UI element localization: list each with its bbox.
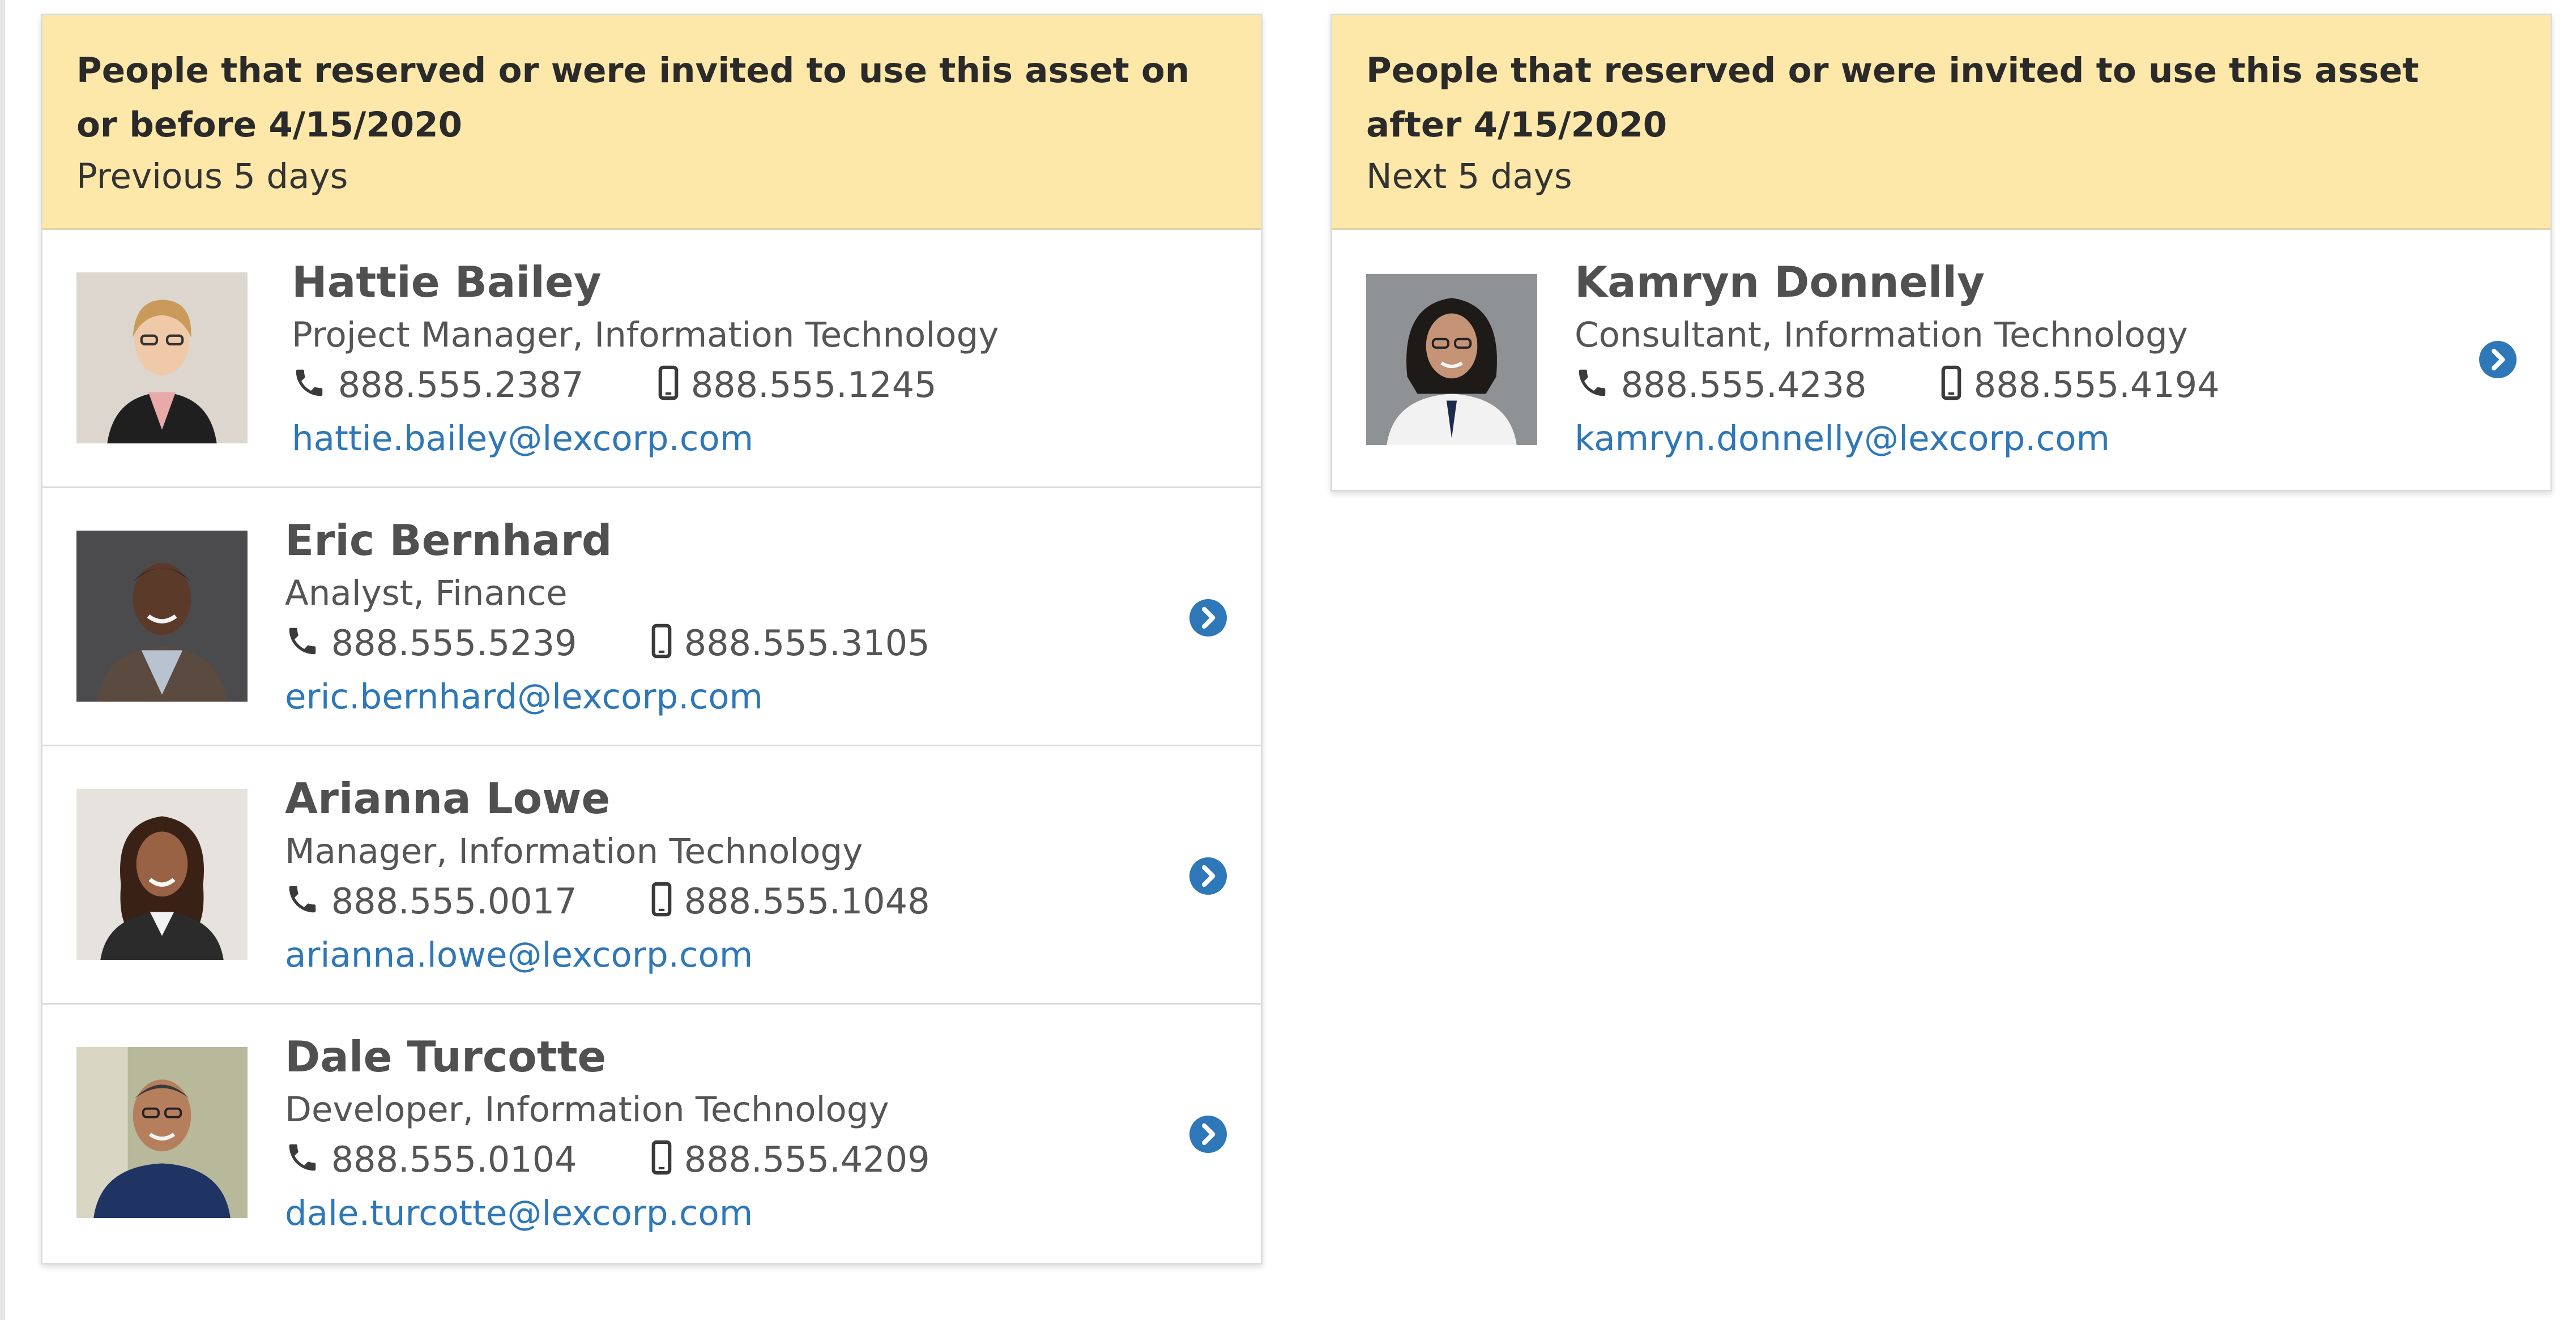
phone-line: 888.555.5239 888.555.3105	[285, 618, 1136, 672]
mobile-number[interactable]: 888.555.3105	[684, 622, 930, 664]
person-info: Eric Bernhard Analyst, Finance 888.555.5…	[285, 512, 1136, 723]
person-role: Consultant, Information Technology	[1575, 315, 2188, 355]
person-row-kamryn-donnelly[interactable]: Kamryn Donnelly Consultant, Information …	[1332, 230, 2551, 490]
phone-number[interactable]: 888.555.0017	[331, 881, 577, 922]
avatar	[76, 789, 248, 960]
mobile-phone-icon	[650, 880, 673, 930]
phone-line: 888.555.0104 888.555.4209	[285, 1135, 1136, 1188]
mobile-number[interactable]: 888.555.1048	[684, 881, 930, 922]
person-info: Arianna Lowe Manager, Information Techno…	[285, 770, 1136, 981]
person-info: Dale Turcotte Developer, Information Tec…	[285, 1028, 1136, 1239]
chevron-right-circle-icon[interactable]	[1189, 599, 1227, 636]
mobile-phone-icon	[650, 1138, 673, 1188]
person-name: Arianna Lowe	[285, 774, 611, 823]
email-link[interactable]: kamryn.donnelly@lexcorp.com	[1575, 413, 2426, 464]
mobile-phone-icon	[650, 622, 673, 672]
chevron-right-circle-icon[interactable]	[2479, 341, 2517, 378]
mobile-number[interactable]: 888.555.4209	[684, 1139, 930, 1180]
person-row-dale-turcotte[interactable]: Dale Turcotte Developer, Information Tec…	[42, 1005, 1261, 1263]
person-role: Manager, Information Technology	[285, 831, 863, 872]
panel-subtitle: Previous 5 days	[76, 156, 348, 196]
phone-icon	[285, 880, 320, 930]
phone-number[interactable]: 888.555.5239	[331, 622, 577, 664]
person-role: Analyst, Finance	[285, 573, 568, 613]
mobile-number[interactable]: 888.555.1245	[691, 364, 937, 405]
phone-number[interactable]: 888.555.4238	[1621, 364, 1867, 405]
page-left-border	[0, 0, 5, 1320]
person-role: Project Manager, Information Technology	[292, 315, 999, 355]
reservations-after-panel: People that reserved or were invited to …	[1330, 14, 2552, 492]
avatar	[76, 1047, 248, 1218]
panel-header: People that reserved or were invited to …	[1332, 15, 2551, 230]
person-row-arianna-lowe[interactable]: Arianna Lowe Manager, Information Techno…	[42, 746, 1261, 1005]
mobile-phone-icon	[657, 364, 680, 413]
panel-title: People that reserved or were invited to …	[76, 50, 1190, 145]
panel-subtitle: Next 5 days	[1366, 156, 1572, 196]
person-info: Kamryn Donnelly Consultant, Information …	[1575, 254, 2426, 464]
reservations-before-panel: People that reserved or were invited to …	[41, 14, 1263, 1265]
chevron-right-circle-icon[interactable]	[1189, 1116, 1227, 1153]
phone-icon	[292, 364, 327, 413]
person-name: Kamryn Donnelly	[1575, 257, 1985, 307]
person-info: Hattie Bailey Project Manager, Informati…	[292, 254, 1136, 464]
mobile-number[interactable]: 888.555.4194	[1974, 364, 2220, 405]
email-link[interactable]: dale.turcotte@lexcorp.com	[285, 1188, 1136, 1239]
person-row-hattie-bailey: Hattie Bailey Project Manager, Informati…	[42, 230, 1261, 488]
person-role: Developer, Information Technology	[285, 1090, 889, 1130]
email-link[interactable]: arianna.lowe@lexcorp.com	[285, 930, 1136, 981]
avatar	[76, 531, 248, 702]
person-row-eric-bernhard[interactable]: Eric Bernhard Analyst, Finance 888.555.5…	[42, 488, 1261, 746]
mobile-phone-icon	[1940, 364, 1963, 413]
phone-line: 888.555.4238 888.555.4194	[1575, 360, 2426, 413]
avatar	[76, 272, 248, 443]
email-link[interactable]: eric.bernhard@lexcorp.com	[285, 672, 1136, 723]
phone-icon	[1575, 364, 1610, 413]
phone-number[interactable]: 888.555.0104	[331, 1139, 577, 1180]
phone-icon	[285, 1138, 320, 1188]
panel-title: People that reserved or were invited to …	[1366, 50, 2419, 145]
email-link[interactable]: hattie.bailey@lexcorp.com	[292, 413, 1136, 464]
panel-header: People that reserved or were invited to …	[42, 15, 1261, 230]
person-name: Hattie Bailey	[292, 257, 602, 307]
avatar	[1366, 274, 1537, 445]
person-name: Dale Turcotte	[285, 1032, 607, 1082]
chevron-right-circle-icon[interactable]	[1189, 857, 1227, 895]
phone-icon	[285, 622, 320, 672]
phone-line: 888.555.0017 888.555.1048	[285, 877, 1136, 930]
person-name: Eric Bernhard	[285, 515, 612, 565]
phone-line: 888.555.2387 888.555.1245	[292, 360, 1136, 413]
phone-number[interactable]: 888.555.2387	[338, 364, 584, 405]
